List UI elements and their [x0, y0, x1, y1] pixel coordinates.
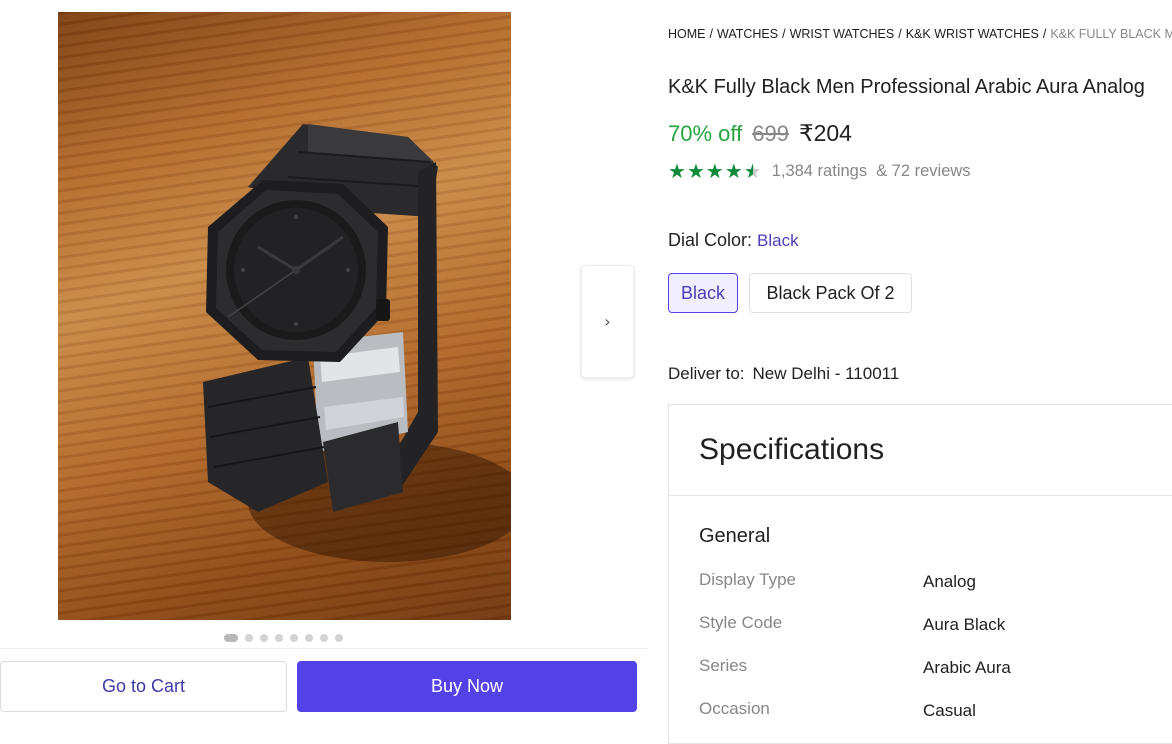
- breadcrumb-separator: /: [898, 27, 902, 41]
- star-icon: ★: [686, 159, 705, 183]
- delivery-location[interactable]: New Delhi - 110011: [753, 364, 900, 383]
- original-price: 699: [752, 121, 789, 146]
- breadcrumb-watches[interactable]: WATCHES: [717, 27, 778, 41]
- discount-label: 70% off: [668, 121, 743, 146]
- pagination-dot[interactable]: [260, 634, 268, 642]
- chevron-right-icon: ›: [604, 312, 611, 331]
- half-star-icon: ★: [743, 159, 762, 183]
- pagination-dot[interactable]: [335, 634, 343, 642]
- spec-row: Series Arabic Aura: [699, 656, 1172, 680]
- spec-key: Occasion: [699, 699, 770, 718]
- dial-color-heading: Dial Color: Black: [668, 230, 799, 251]
- pagination-dot[interactable]: [290, 634, 298, 642]
- ratings-count[interactable]: 1,384 ratings: [772, 162, 867, 181]
- watch-illustration: [203, 124, 511, 562]
- variant-option-black[interactable]: Black: [668, 273, 738, 313]
- pagination-dot[interactable]: [245, 634, 253, 642]
- star-icon: ★: [668, 159, 686, 183]
- breadcrumb-home[interactable]: HOME: [668, 27, 706, 41]
- breadcrumb-current: K&K FULLY BLACK M: [1050, 27, 1172, 41]
- breadcrumb-separator: /: [782, 27, 786, 41]
- spec-key: Style Code: [699, 613, 783, 632]
- breadcrumb-separator: /: [1042, 27, 1047, 41]
- star-icon: ★: [724, 159, 743, 183]
- selling-price: ₹204: [798, 120, 852, 146]
- product-title: K&K Fully Black Men Professional Arabic …: [668, 76, 1145, 98]
- rating-row[interactable]: ★ ★ ★ ★ ★ 1,384 ratings & 72 reviews: [668, 161, 971, 181]
- divider: [0, 648, 648, 649]
- price-row: 70% off 699 ₹204: [668, 120, 852, 147]
- buy-now-button[interactable]: Buy Now: [297, 661, 637, 712]
- specifications-title: Specifications: [699, 433, 885, 466]
- breadcrumb-separator: /: [709, 27, 713, 41]
- breadcrumb-brand[interactable]: K&K WRIST WATCHES: [906, 27, 1039, 41]
- spec-key: Display Type: [699, 570, 797, 589]
- next-image-button[interactable]: ›: [581, 265, 634, 378]
- pagination-dot[interactable]: [224, 634, 238, 642]
- spec-row: Style Code Aura Black: [699, 613, 1172, 637]
- breadcrumb: HOME / WATCHES / WRIST WATCHES / K&K WRIST WAT…: [668, 27, 1172, 41]
- specifications-panel: Specifications General Display Type Anal…: [668, 404, 1172, 744]
- spec-value: Aura Black: [923, 615, 1006, 634]
- dial-color-value: Black: [757, 231, 799, 250]
- delivery-info[interactable]: Deliver to: New Delhi - 110011: [668, 364, 899, 384]
- spec-value: Arabic Aura: [923, 658, 1011, 677]
- spec-key: Series: [699, 656, 748, 675]
- spec-group-general: General: [699, 525, 771, 547]
- pagination-dot[interactable]: [320, 634, 328, 642]
- spec-row: Display Type Analog: [699, 570, 1172, 594]
- star-icon: ★: [705, 159, 724, 183]
- go-to-cart-button[interactable]: Go to Cart: [0, 661, 287, 712]
- divider: [669, 495, 1172, 496]
- dial-color-label: Dial Color:: [668, 230, 753, 250]
- spec-value: Analog: [923, 572, 976, 591]
- reviews-count[interactable]: & 72 reviews: [876, 162, 970, 181]
- product-image[interactable]: [58, 12, 511, 620]
- deliver-to-label: Deliver to:: [668, 364, 745, 383]
- pagination-dot[interactable]: [275, 634, 283, 642]
- spec-value: Casual: [923, 701, 976, 720]
- pagination-dot[interactable]: [305, 634, 313, 642]
- breadcrumb-wrist-watches[interactable]: WRIST WATCHES: [790, 27, 895, 41]
- spec-row: Occasion Casual: [699, 699, 1172, 723]
- variant-option-black-pack-of-2[interactable]: Black Pack Of 2: [749, 273, 912, 313]
- star-rating: ★ ★ ★ ★ ★: [668, 161, 762, 181]
- image-pagination: [224, 634, 343, 642]
